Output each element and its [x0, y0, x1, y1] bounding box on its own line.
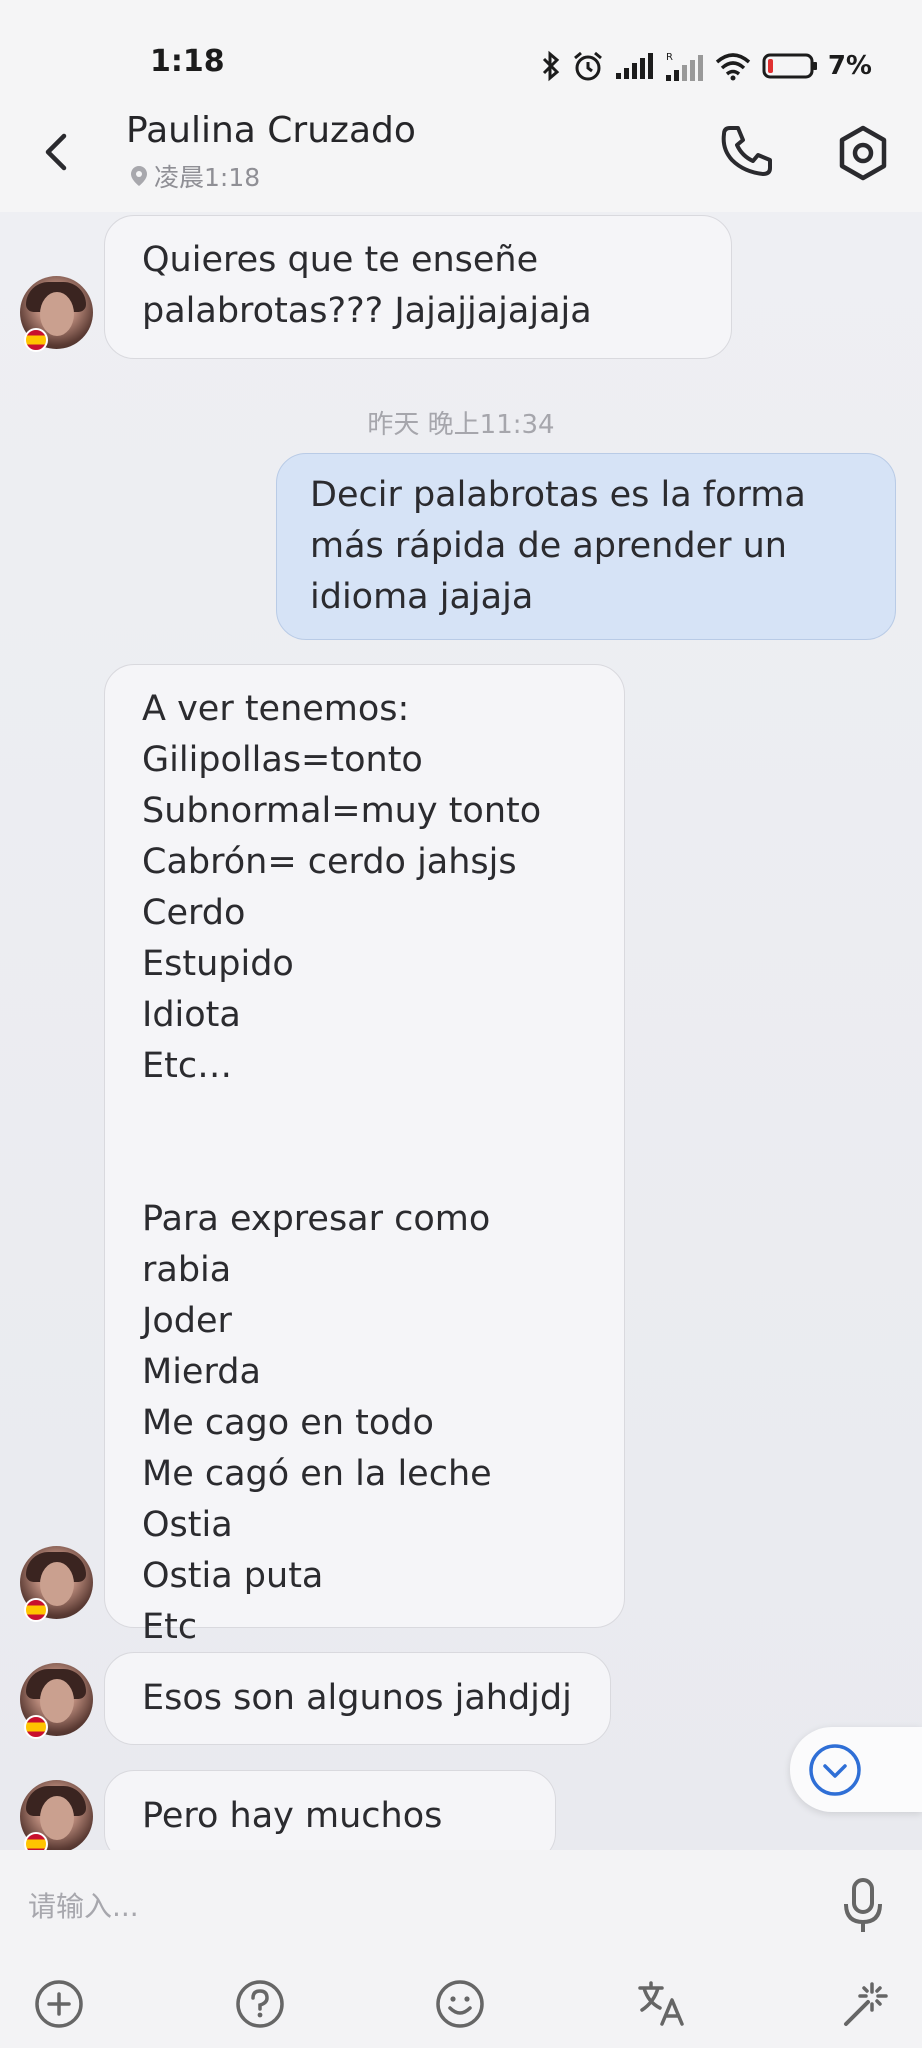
location-pin-icon [131, 166, 147, 186]
emoji-icon [436, 1980, 484, 2028]
contact-avatar[interactable] [20, 276, 93, 352]
status-time: 1:18 [150, 44, 225, 79]
spain-flag-icon [24, 1715, 48, 1739]
translate-icon [638, 1981, 684, 2026]
spain-flag-icon [24, 328, 48, 352]
contact-local-time: 凌晨1:18 [154, 163, 261, 192]
voice-button[interactable] [838, 1876, 888, 1936]
plus-icon [35, 1980, 83, 2028]
question-icon [236, 1980, 284, 2028]
settings-icon [839, 125, 887, 181]
bluetooth-icon [542, 50, 560, 82]
call-button[interactable] [716, 122, 776, 182]
scroll-to-bottom-button[interactable] [790, 1727, 922, 1812]
alarm-icon [573, 51, 602, 81]
contact-subtitle: 凌晨1:18 [128, 158, 260, 194]
input-area [0, 1850, 922, 2048]
message-timestamp: 昨天 晚上11:34 [367, 410, 555, 440]
mic-icon [844, 1878, 882, 1932]
signal-roaming-icon: R [665, 52, 703, 81]
message-bubble-outgoing[interactable]: Decir palabrotas es la forma más rápida … [276, 453, 896, 640]
help-button[interactable] [234, 1978, 286, 2030]
contact-avatar[interactable] [20, 1663, 93, 1739]
message-input[interactable] [0, 1850, 850, 1962]
contact-avatar[interactable] [20, 1546, 93, 1622]
settings-button[interactable] [832, 122, 894, 184]
magic-icon [844, 1982, 888, 2026]
phone-icon [721, 126, 772, 176]
back-icon [45, 133, 67, 171]
wifi-icon [715, 53, 750, 81]
back-button[interactable] [30, 122, 80, 182]
contact-name[interactable]: Paulina Cruzado [126, 110, 416, 151]
spain-flag-icon [24, 1598, 48, 1622]
message-bubble-incoming[interactable]: Esos son algunos jahdjdj [104, 1652, 611, 1745]
input-toolbar [0, 1960, 922, 2048]
contact-avatar[interactable] [20, 1780, 93, 1856]
chevron-down-icon [809, 1744, 861, 1796]
magic-button[interactable] [838, 1978, 890, 2030]
battery-icon [762, 53, 817, 79]
message-bubble-incoming[interactable]: Quieres que te enseñe palabrotas??? Jaja… [104, 215, 732, 359]
emoji-button[interactable] [434, 1978, 486, 2030]
translate-button[interactable] [636, 1978, 688, 2030]
add-button[interactable] [33, 1978, 85, 2030]
signal-icon [615, 53, 653, 79]
svg-text:R: R [666, 52, 673, 63]
status-icons: R 7% [540, 46, 872, 86]
chat-header: Paulina Cruzado 凌晨1:18 [0, 100, 922, 212]
status-bar: 1:18 R 7% [0, 0, 922, 100]
message-bubble-incoming[interactable]: A ver tenemos: Gilipollas=tonto Subnorma… [104, 664, 625, 1647]
battery-percentage: 7% [827, 51, 872, 81]
